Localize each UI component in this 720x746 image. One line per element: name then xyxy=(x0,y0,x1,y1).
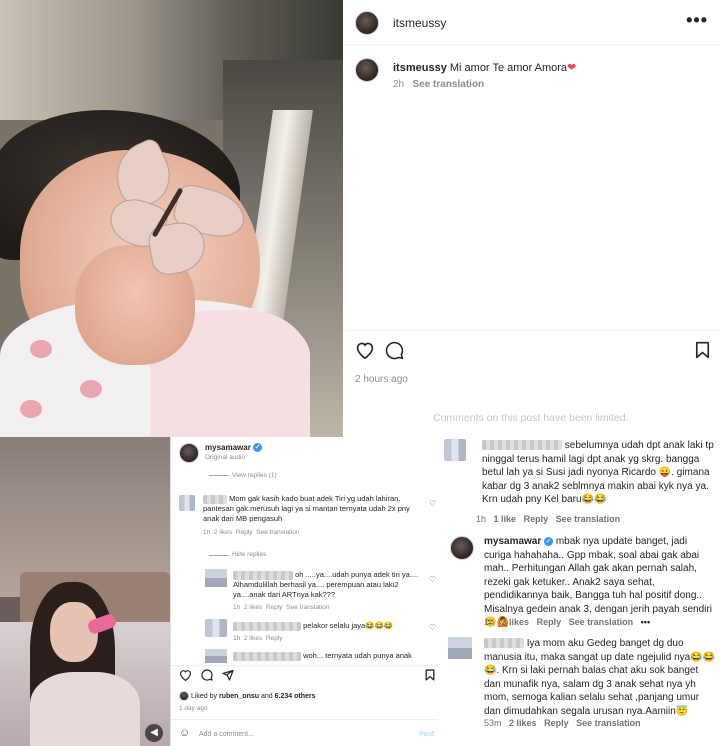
reply-text: oh .....ya....udah punya adek tiri ya...… xyxy=(233,570,419,599)
like-heart-icon[interactable]: ♡ xyxy=(429,499,436,508)
butterfly-sticker-icon xyxy=(103,135,255,285)
caption-meta: 2h See translation xyxy=(393,79,484,90)
comment-icon[interactable] xyxy=(201,669,213,681)
like-heart-icon[interactable]: ♡ xyxy=(429,623,436,632)
view-replies-button[interactable]: View replies (1) xyxy=(232,472,277,479)
reply-avatar[interactable] xyxy=(205,569,227,587)
likes-count[interactable]: 2 likes xyxy=(502,617,530,627)
see-translation-link[interactable]: See translation xyxy=(556,514,621,524)
liked-by: Liked by ruben_onsu and 6.234 others xyxy=(179,691,316,701)
verified-badge-icon: ✓ xyxy=(253,443,263,453)
liked-by-user[interactable]: ruben_onsu xyxy=(219,693,259,700)
like-heart-icon[interactable] xyxy=(355,341,375,359)
reel-comments-panel: mysamawar ✓ Original audio View replies … xyxy=(170,437,439,746)
reply-text: woh... ternyata udah punya anak xyxy=(233,651,421,661)
see-translation-link[interactable]: See translation xyxy=(412,79,484,90)
likes-count[interactable]: 2 likes xyxy=(244,635,262,642)
reply-button[interactable]: Reply xyxy=(544,718,569,728)
comment-text: sebelumnya udah dpt anak laki tp ninggal… xyxy=(482,440,714,505)
comment-meta: 53m 2 likes Reply See translation xyxy=(484,718,641,728)
blurred-username xyxy=(233,570,293,580)
post-username[interactable]: itsmeussy xyxy=(393,16,446,30)
reply-meta: 1h 2 likes Reply See translation xyxy=(233,604,330,611)
reel-video[interactable]: ◀ xyxy=(0,437,170,746)
divider xyxy=(171,719,439,720)
reply-button[interactable]: Reply xyxy=(266,635,283,642)
caption-text: Mi amor Te amor Amora xyxy=(449,62,568,74)
reply-username[interactable]: mysamawar xyxy=(484,536,541,547)
reply-text: pelakor selalu jaya😂😂😂 xyxy=(233,621,421,631)
post-actions: 2 hours ago Comments on this post have b… xyxy=(343,330,720,437)
caption-time: 2h xyxy=(393,79,405,90)
reel-username-row: mysamawar ✓ xyxy=(205,443,263,453)
blurred-username xyxy=(482,440,562,451)
reply-text: mysamawar ✓ mbak nya update banget, jadi… xyxy=(484,536,712,628)
likes-count[interactable]: 2 likes xyxy=(509,718,537,728)
video-person-body xyxy=(30,672,140,746)
comment-meta: 1h 1 like Reply See translation xyxy=(476,514,621,524)
reply-avatar[interactable] xyxy=(205,649,227,663)
caption-username[interactable]: itsmeussy xyxy=(393,62,447,74)
reply-button[interactable]: Reply xyxy=(266,604,283,611)
add-comment-input[interactable]: Add a comment... xyxy=(199,731,254,738)
reply-avatar[interactable] xyxy=(205,619,227,637)
blurred-username xyxy=(233,621,301,631)
comment-icon[interactable] xyxy=(385,341,404,360)
reply-button[interactable]: Reply xyxy=(236,529,253,536)
share-icon[interactable] xyxy=(222,669,234,681)
more-options-icon[interactable]: ••• xyxy=(686,10,708,31)
comments-limited-notice: Comments on this post have been limited. xyxy=(433,412,629,424)
comment-text: Iya mom aku Gedeg banget dg duo manusia … xyxy=(484,638,716,717)
reply-button[interactable]: Reply xyxy=(524,514,549,524)
reel-username[interactable]: mysamawar xyxy=(205,443,251,452)
reel-time-ago: 1 day ago xyxy=(179,705,208,712)
divider xyxy=(209,475,229,476)
reel-audio[interactable]: Original audio xyxy=(205,454,245,461)
post-detail-panel: itsmeussy ••• itsmeussy Mi amor Te amor … xyxy=(343,0,720,437)
more-options-icon[interactable]: ••• xyxy=(641,617,650,627)
like-heart-icon[interactable] xyxy=(179,669,192,681)
likes-count[interactable]: 2 likes xyxy=(214,529,232,536)
liker-avatar[interactable] xyxy=(179,691,189,701)
comments-thread-panel: sebelumnya udah dpt anak laki tp ninggal… xyxy=(438,437,720,746)
post-header: itsmeussy ••• xyxy=(343,0,720,45)
see-translation-link[interactable]: See translation xyxy=(256,529,299,536)
blurred-username xyxy=(233,651,301,661)
save-bookmark-icon[interactable] xyxy=(695,341,710,359)
comment-avatar[interactable] xyxy=(444,439,466,461)
save-bookmark-icon[interactable] xyxy=(425,669,435,681)
divider xyxy=(209,555,229,556)
hide-replies-button[interactable]: Hide replies xyxy=(232,551,266,558)
likes-count[interactable]: 1 like xyxy=(494,514,517,524)
blurred-username xyxy=(203,494,227,504)
reel-avatar[interactable] xyxy=(179,443,199,463)
comment-text: Mom gak kasih kado buat adek Tiri yg uda… xyxy=(203,494,410,523)
see-translation-link[interactable]: See translation xyxy=(576,718,641,728)
liked-by-others[interactable]: 6.234 others xyxy=(275,693,316,700)
posted-time: 2 hours ago xyxy=(355,374,408,385)
post-comment-button[interactable]: Post xyxy=(419,731,434,738)
reply-avatar[interactable] xyxy=(450,536,474,560)
comment-meta: 1h 2 likes Reply See translation xyxy=(203,529,300,536)
post-photo[interactable] xyxy=(0,0,343,437)
avatar[interactable] xyxy=(355,11,379,35)
divider xyxy=(171,665,439,666)
see-translation-link[interactable]: See translation xyxy=(569,617,634,627)
blurred-username xyxy=(484,638,524,649)
verified-badge-icon: ✓ xyxy=(544,536,554,546)
comment-avatar[interactable] xyxy=(448,637,472,659)
see-translation-link[interactable]: See translation xyxy=(286,604,329,611)
reply-button[interactable]: Reply xyxy=(537,617,562,627)
like-heart-icon[interactable]: ♡ xyxy=(429,575,436,584)
mute-icon[interactable]: ◀ xyxy=(145,724,163,742)
emoji-icon[interactable]: ☺ xyxy=(179,727,190,739)
post-caption: itsmeussy Mi amor Te amor Amora❤ xyxy=(393,61,576,74)
caption-avatar[interactable] xyxy=(355,58,379,82)
reply-meta: 1h 2 likes Reply xyxy=(233,635,283,642)
comment-avatar[interactable] xyxy=(179,495,195,511)
reply-meta: 1h 2 likes Reply See translation ••• xyxy=(484,617,651,627)
likes-count[interactable]: 2 likes xyxy=(244,604,262,611)
heart-emoji-icon: ❤ xyxy=(567,62,577,74)
